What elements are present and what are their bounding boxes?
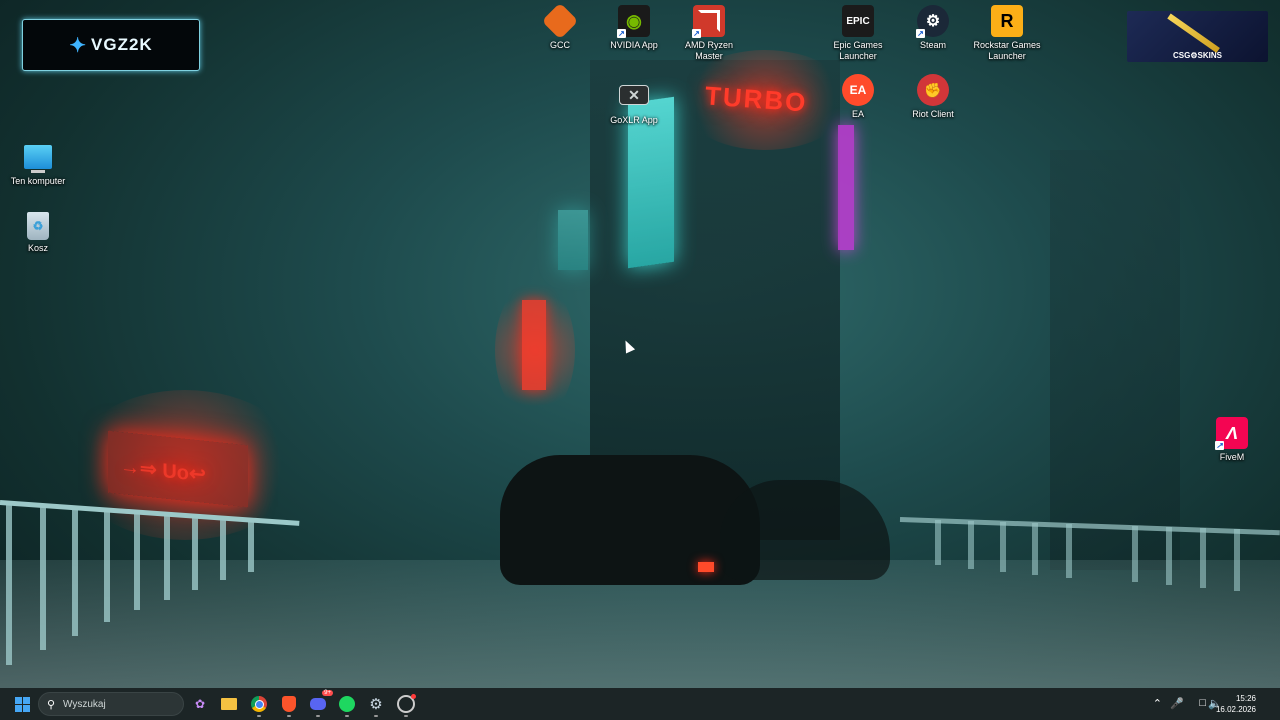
goxlr-icon: ✕ <box>619 85 649 105</box>
rail-post <box>164 514 170 600</box>
desktop-icon-nvidia[interactable]: ◉ ↗ NVIDIA App <box>598 5 670 51</box>
rockstar-icon: R <box>991 5 1023 37</box>
red-neon-vertical-sign <box>522 300 546 390</box>
nvidia-eye-icon: ◉ ↗ <box>617 5 650 38</box>
widget-text: VGZ2K <box>91 35 153 54</box>
discord-icon[interactable]: 9+ <box>307 690 333 717</box>
chevron-up-icon[interactable]: ⌃ <box>1153 697 1162 710</box>
desktop-icon-label: EA <box>851 109 864 119</box>
rail-post <box>1166 527 1172 585</box>
copilot-icon[interactable]: ✿ <box>189 693 211 715</box>
desktop-icon-label: Kosz <box>27 243 48 253</box>
chrome-icon[interactable] <box>248 693 270 717</box>
building-right <box>1050 150 1180 570</box>
app-taskbar-icon[interactable] <box>395 693 417 717</box>
car-tail-light <box>698 562 714 572</box>
desktop-icon-label: Rockstar Games Launcher <box>973 40 1041 61</box>
rail-post <box>134 512 140 610</box>
desktop-icon-ea[interactable]: EA EA <box>822 74 894 120</box>
pink-neon-sign <box>838 125 854 250</box>
rail-post <box>40 505 46 650</box>
steam-icon: ⚙ ↗ <box>916 5 949 38</box>
rail-post <box>192 516 198 590</box>
search-icon: ⚲ <box>47 699 56 711</box>
rail-post <box>1200 528 1206 588</box>
fivem-icon: Λ ↗ <box>1215 417 1248 450</box>
rail-post <box>935 520 941 565</box>
desktop-icon-goxlr[interactable]: ✕ GoXLR App <box>598 78 670 126</box>
riot-fist-icon: ✊ <box>917 74 949 106</box>
gcc-icon <box>541 2 579 40</box>
recycle-bin-icon: ♻ <box>27 212 49 240</box>
steam-taskbar-icon[interactable]: ⚙ <box>365 693 387 717</box>
start-button[interactable] <box>11 693 33 715</box>
desktop-icon-steam[interactable]: ⚙ ↗ Steam <box>897 5 969 51</box>
monitor-stand <box>31 170 45 173</box>
epic-games-icon: EPIC <box>842 5 874 37</box>
rail-post <box>1132 526 1138 582</box>
rail-post <box>220 518 226 580</box>
desktop-icon-this-pc[interactable]: Ten komputer <box>2 143 74 187</box>
rail-post <box>72 508 78 636</box>
spotify-icon[interactable] <box>336 693 358 717</box>
rail-post <box>6 505 12 665</box>
desktop-icon-rockstar[interactable]: R Rockstar Games Launcher <box>971 5 1043 62</box>
desktop-icon-riot-client[interactable]: ✊ Riot Client <box>897 74 969 120</box>
clock[interactable]: 15:26 16.02.2026 <box>1216 693 1256 715</box>
knife-icon <box>1167 13 1220 53</box>
csgo-skins-widget[interactable]: CSG⚙SKINS <box>1127 11 1268 62</box>
desktop-icon-amd-ryzen-master[interactable]: ↗ AMD Ryzen Master <box>673 5 745 62</box>
car-silhouette-2 <box>720 480 890 580</box>
microphone-icon[interactable]: 🎤 <box>1170 697 1184 710</box>
desktop-icon-epic-games[interactable]: EPIC Epic Games Launcher <box>822 5 894 62</box>
rail-post <box>1032 523 1038 575</box>
twitter-bird-icon: ✦ <box>69 34 88 57</box>
taskbar-search[interactable]: ⚲ Wyszukaj <box>38 692 184 716</box>
desktop-icon-label: Ten komputer <box>10 176 66 186</box>
clock-date: 16.02.2026 <box>1215 705 1256 714</box>
discord-badge: 9+ <box>322 690 333 696</box>
desktop-icon-recycle-bin[interactable]: ♻ Kosz <box>2 212 74 254</box>
desktop-icon-label: Riot Client <box>912 109 954 119</box>
amd-ryzen-icon: ↗ <box>692 5 725 38</box>
desktop-icon-fivem[interactable]: Λ ↗ FiveM <box>1196 417 1268 463</box>
csgo-widget-text: CSG⚙SKINS <box>1173 51 1222 60</box>
cyan-neon-sign-small <box>558 210 588 270</box>
brave-icon[interactable] <box>278 693 300 717</box>
monitor-icon <box>24 145 52 169</box>
taskbar: ⚲ Wyszukaj ✿ 9+ ⚙ ⌃ 🎤 □ 🔈 15:26 16.02.20… <box>0 688 1280 720</box>
file-explorer-icon[interactable] <box>218 693 240 715</box>
clock-time: 15:26 <box>1235 694 1256 703</box>
rail-post <box>248 520 254 572</box>
desktop-icon-label: GoXLR App <box>610 115 658 125</box>
desktop-icon-label: Epic Games Launcher <box>833 40 883 61</box>
desktop-icon-label: GCC <box>550 40 570 50</box>
desktop-icon-label: NVIDIA App <box>610 40 658 50</box>
ea-icon: EA <box>842 74 874 106</box>
search-placeholder: Wyszukaj <box>63 698 106 710</box>
windows-logo-icon <box>14 696 30 712</box>
rail-post <box>1000 522 1006 572</box>
desktop-icon-label: AMD Ryzen Master <box>684 40 733 61</box>
desktop-icon-label: FiveM <box>1219 452 1245 462</box>
desktop-icon-gcc[interactable]: GCC <box>524 2 596 51</box>
vgz2k-widget[interactable]: ✦ VGZ2K <box>22 19 200 71</box>
rail-post <box>968 521 974 569</box>
rail-post <box>1066 524 1072 578</box>
network-icon[interactable]: □ <box>1199 697 1206 709</box>
desktop-icon-label: Steam <box>919 40 946 50</box>
rail-post <box>1234 529 1240 591</box>
rail-post <box>104 510 110 622</box>
